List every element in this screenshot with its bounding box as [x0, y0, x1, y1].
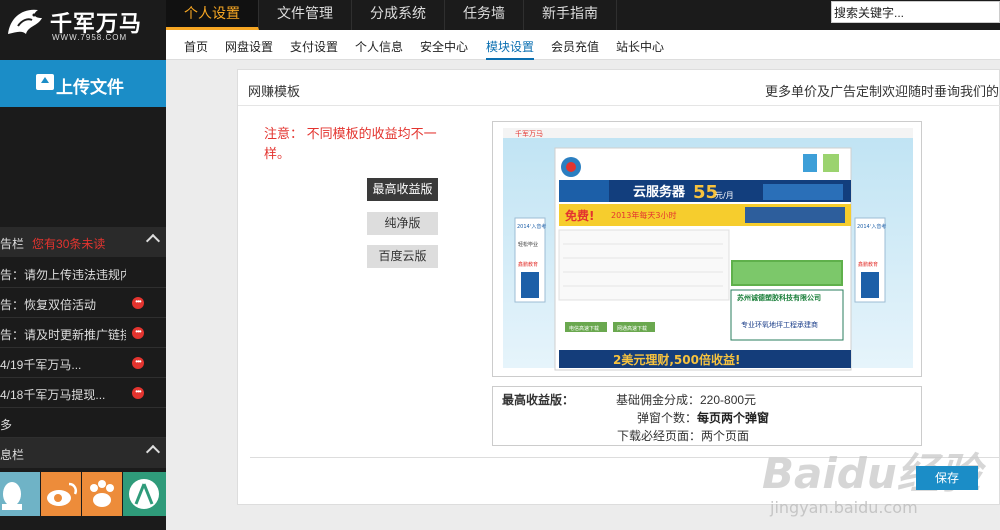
info-base-commission: 基础佣金分成：220-800元 [616, 393, 757, 407]
notice-item-text: 4/19千军万马... [0, 358, 82, 372]
save-button[interactable]: 保存 [916, 466, 978, 490]
main-nav-tab-task-wall[interactable]: 任务墙 [445, 0, 524, 30]
unread-dot-icon: ••• [132, 327, 144, 339]
subnav-payment-settings[interactable]: 支付设置 [290, 38, 338, 55]
main-nav-tab-revenue-system[interactable]: 分成系统 [352, 0, 445, 30]
notice-item-text: 4/18千军万马提现... [0, 388, 106, 402]
main-nav-tab-file-management[interactable]: 文件管理 [259, 0, 352, 30]
panel-divider [238, 105, 1000, 106]
notice-item-text: 告：恢复双倍活动 [0, 298, 97, 312]
preview-banner-unit: 元/月 [715, 191, 734, 200]
info-popup-count-value: 每页两个弹窗 [697, 411, 770, 425]
template-preview: 千军万马 云服务器 55 元/月 免费! 2013年每天3小时 2014ʻ入音考… [492, 121, 922, 377]
chevron-up-icon[interactable] [145, 444, 161, 460]
search-input[interactable] [831, 1, 1000, 23]
paw-icon[interactable] [82, 472, 122, 516]
upload-file-button[interactable]: 上传文件 [0, 60, 166, 107]
preview-company-ad: 苏州诚德塑胶科技有限公司 [737, 293, 821, 302]
notice-section-header[interactable]: 告栏 您有30条未读 [0, 227, 166, 257]
notice-item[interactable]: 告：请及时更新推广链接 ••• [0, 318, 166, 348]
info-popup-count: 弹窗个数：每页两个弹窗 [637, 409, 769, 426]
qq-icon[interactable] [0, 472, 40, 516]
clean-version-button[interactable]: 纯净版 [367, 212, 438, 235]
subnav-webmaster-center[interactable]: 站长中心 [616, 38, 664, 55]
notice-item-text: 告：请勿上传违法违规内容 [0, 268, 126, 282]
max-revenue-version-button[interactable]: 最高收益版 [367, 178, 438, 201]
subnav-home[interactable]: 首页 [184, 38, 208, 55]
upload-icon [36, 74, 54, 90]
chevron-up-icon[interactable] [145, 233, 161, 249]
notice-section-title: 告栏 [0, 237, 25, 251]
main-nav: 个人设置 文件管理 分成系统 任务墙 新手指南 [166, 0, 617, 30]
horse-logo-icon [8, 9, 42, 34]
subnav-disk-settings[interactable]: 网盘设置 [225, 38, 273, 55]
subnav-module-settings[interactable]: 模块设置 [486, 38, 535, 60]
version-info-box: 最高收益版： 基础佣金分成：220-800元 弹窗个数：每页两个弹窗 下载必经页… [492, 386, 922, 446]
person-icon[interactable] [123, 472, 166, 516]
logo[interactable]: 千军万马 WWW.7958.COM [0, 0, 166, 60]
message-section-header[interactable]: 息栏 [0, 438, 166, 468]
preview-side-ad-brand-right: 鑫鹏教育 [858, 261, 878, 268]
preview-finance-ad: 2美元理财,500倍收益! [613, 352, 740, 367]
preview-site-name: 千军万马 [515, 129, 543, 138]
info-popup-count-label: 弹窗个数： [637, 411, 698, 425]
preview-download-telecom: 电信高速下载 [569, 325, 599, 332]
sub-nav: 首页 网盘设置 支付设置 个人信息 安全中心 模块设置 会员充值 站长中心 [166, 30, 1000, 60]
template-notice: 注意： 不同模板的收益均不一样。 [264, 126, 437, 161]
sidebar: 上传文件 告栏您有30条未读 告：请勿上传违法违规内容 告：恢复双倍活动••• … [0, 60, 166, 530]
notice-more-text: 多 [0, 418, 13, 432]
preview-side-ad-brand: 鑫鹏教育 [518, 261, 538, 268]
preview-banner-cloud: 云服务器 [633, 184, 686, 200]
notice-item[interactable]: 4/18千军万马提现... ••• [0, 378, 166, 408]
preview-side-ad-title-right: 2014ʻ入音考 [857, 223, 886, 230]
notice-item[interactable]: 告：恢复双倍活动 ••• [0, 288, 166, 318]
weibo-icon[interactable] [41, 472, 81, 516]
message-section-title: 息栏 [0, 448, 25, 462]
panel-ad-text: 更多单价及广告定制欢迎随时垂询我们的 [764, 84, 999, 99]
preview-company-ad2: 专业环氧地坪工程承建商 [741, 320, 818, 329]
preview-download-netcom: 网通高速下载 [617, 325, 647, 332]
unread-count[interactable]: 您有30条未读 [32, 237, 105, 251]
notice-item-text: 告：请及时更新推广链接 [0, 328, 126, 342]
template-preview-image: 千军万马 云服务器 55 元/月 免费! 2013年每天3小时 2014ʻ入音考… [503, 128, 913, 371]
subnav-security-center[interactable]: 安全中心 [420, 38, 468, 55]
subnav-member-recharge[interactable]: 会员充值 [551, 38, 599, 55]
preview-side-ad-line: 轻松毕业 [518, 241, 538, 248]
unread-dot-icon: ••• [132, 387, 144, 399]
preview-free-text: 免费! [565, 208, 594, 223]
info-version-label: 最高收益版： [502, 393, 575, 407]
unread-dot-icon: ••• [132, 297, 144, 309]
notice-item[interactable]: 告：请勿上传违法违规内容 [0, 258, 166, 288]
panel-title: 网赚模板 [248, 84, 301, 99]
unread-dot-icon: ••• [132, 357, 144, 369]
main-nav-tab-newbie-guide[interactable]: 新手指南 [524, 0, 617, 30]
upload-label: 上传文件 [56, 78, 124, 97]
subnav-personal-info[interactable]: 个人信息 [355, 38, 403, 55]
brand-url: WWW.7958.COM [52, 33, 128, 42]
info-download-pages: 下载必经页面：两个页面 [617, 429, 750, 443]
watermark-url: jingyan.baidu.com [770, 498, 918, 517]
main-nav-tab-personal-settings[interactable]: 个人设置 [166, 0, 259, 30]
notice-more-link[interactable]: 多 [0, 408, 166, 438]
preview-promo-text: 2013年每天3小时 [611, 210, 676, 220]
preview-side-ad-title: 2014ʻ入音考 [517, 223, 546, 230]
baidu-cloud-version-button[interactable]: 百度云版 [367, 245, 438, 268]
notice-item[interactable]: 4/19千军万马... ••• [0, 348, 166, 378]
